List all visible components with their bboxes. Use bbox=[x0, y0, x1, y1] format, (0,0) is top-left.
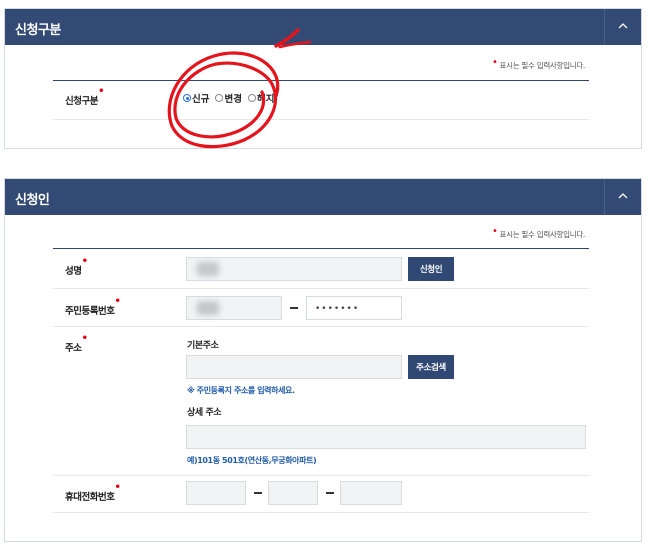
basic-address-input[interactable] bbox=[186, 355, 402, 379]
section-title: 신청인 bbox=[15, 193, 50, 208]
dash-separator bbox=[290, 307, 298, 309]
divider bbox=[53, 512, 589, 513]
radio-cancel-button[interactable] bbox=[247, 94, 256, 102]
radio-new-button[interactable] bbox=[183, 94, 191, 102]
divider bbox=[53, 475, 589, 476]
radio-new[interactable]: 신규 bbox=[183, 91, 209, 105]
phone-part3-input[interactable] bbox=[340, 481, 402, 505]
section-title: 신청구분 bbox=[15, 23, 61, 38]
phone-part1-input[interactable] bbox=[186, 481, 246, 505]
field-label-address: 주소 • bbox=[65, 333, 88, 354]
divider bbox=[53, 288, 589, 289]
radio-change-button[interactable] bbox=[215, 94, 224, 102]
section-header: 신청인 bbox=[5, 179, 641, 215]
rrn-front-input[interactable] bbox=[186, 296, 282, 320]
applicant-section: 신청인 • 표시는 필수 입력사항입니다. 성명 • 신청인 주민등록번호 • •••… bbox=[4, 178, 642, 542]
applicant-button[interactable]: 신청인 bbox=[408, 257, 454, 281]
address-search-button[interactable]: 주소검색 bbox=[408, 355, 454, 379]
basic-address-label: 기본주소 bbox=[187, 341, 219, 351]
chevron-up-icon bbox=[618, 23, 628, 29]
blurred-value bbox=[197, 301, 219, 315]
application-type-section: 신청구분 • 표시는 필수 입력사항입니다. 신청구분 • bbox=[4, 8, 642, 149]
required-note: • 표시는 필수 입력사항입니다. bbox=[491, 226, 585, 239]
radio-change[interactable]: 변경 bbox=[215, 91, 242, 105]
divider bbox=[53, 248, 589, 249]
field-label-application-type: 신청구분 • bbox=[65, 86, 104, 107]
field-label-rrn: 주민등록번호 • bbox=[65, 296, 121, 317]
divider bbox=[53, 326, 589, 327]
collapse-toggle[interactable] bbox=[604, 9, 641, 45]
divider bbox=[53, 119, 589, 120]
detail-address-input[interactable] bbox=[186, 425, 586, 449]
required-note: • 표시는 필수 입력사항입니다. bbox=[491, 57, 585, 70]
chevron-up-icon bbox=[618, 193, 628, 199]
address-hint: ※ 주민등록지 주소를 입력하세요. bbox=[187, 386, 295, 395]
dash-separator bbox=[254, 492, 262, 494]
radio-cancel[interactable]: 해지 bbox=[247, 91, 274, 105]
field-label-name: 성명 • bbox=[65, 256, 88, 277]
detail-address-hint: 예)101동 501호(연산동,무궁화아파트) bbox=[187, 456, 317, 465]
application-type-radio-group: 신규 변경 해지 bbox=[183, 91, 274, 105]
name-input[interactable] bbox=[186, 257, 402, 281]
collapse-toggle[interactable] bbox=[604, 179, 641, 215]
field-label-phone: 휴대전화번호 • bbox=[65, 482, 121, 503]
section-header: 신청구분 bbox=[5, 9, 641, 45]
detail-address-label: 상세 주소 bbox=[187, 408, 222, 418]
divider bbox=[53, 80, 589, 81]
dash-separator bbox=[326, 492, 334, 494]
blurred-value bbox=[197, 262, 219, 276]
rrn-back-input[interactable]: ••••••• bbox=[306, 296, 402, 320]
phone-part2-input[interactable] bbox=[268, 481, 318, 505]
